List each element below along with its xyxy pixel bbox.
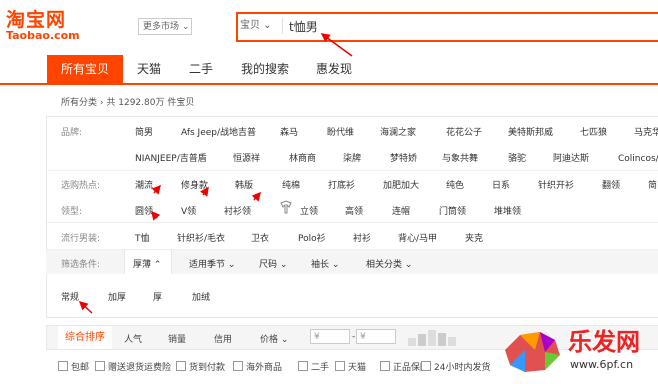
bull-logo-icon (505, 332, 560, 372)
watermark-url: www.6pf.cn (570, 358, 634, 371)
arrow-search (320, 33, 353, 57)
watermark-text: 乐发网 (568, 327, 640, 356)
arrow-collar (151, 210, 161, 221)
arrow-regular (78, 300, 93, 314)
arrow-hot2 (199, 186, 209, 197)
watermark: 乐发网 www.6pf.cn (500, 314, 658, 384)
arrow-hot3 (251, 191, 261, 202)
arrow-hot1 (151, 184, 161, 195)
